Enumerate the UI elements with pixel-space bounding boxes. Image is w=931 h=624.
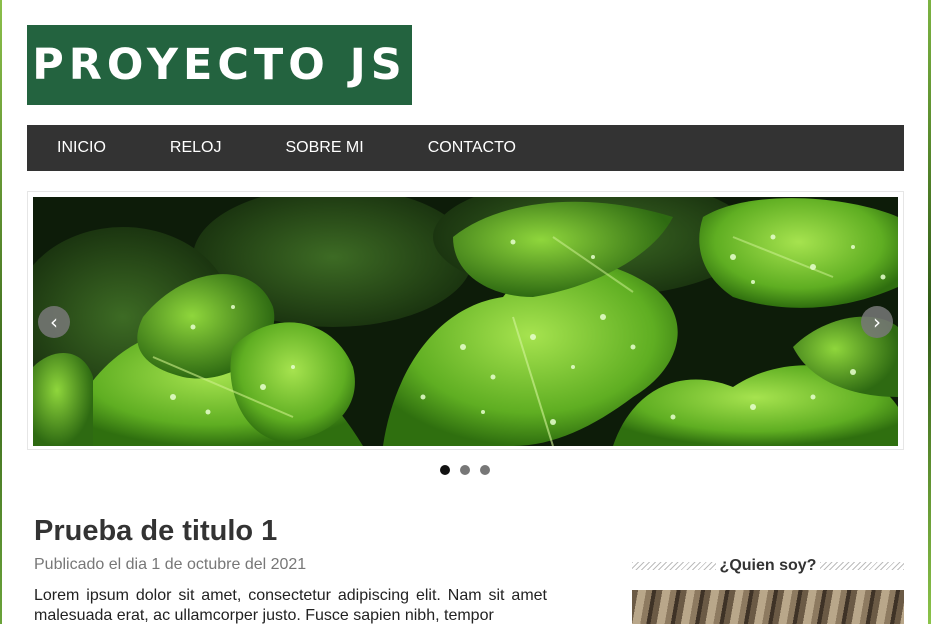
about-me-image <box>632 590 904 624</box>
post-date: Publicado el dia 1 de octubre del 2021 <box>34 556 307 573</box>
sidebar-widget-heading: ¿Quien soy? <box>632 555 904 577</box>
slider-dot-2[interactable] <box>460 465 470 475</box>
image-slider: ‹ › <box>27 191 904 450</box>
slide-image-leaves <box>33 197 898 446</box>
page-container: PROYECTO JS INICIO RELOJ SOBRE MI CONTAC… <box>2 0 928 624</box>
slider-dot-1[interactable] <box>440 465 450 475</box>
heading-stripe-left <box>632 562 716 570</box>
slider-dots <box>2 465 928 475</box>
slider-prev-button[interactable]: ‹ <box>38 306 70 338</box>
nav-item-inicio[interactable]: INICIO <box>57 139 106 157</box>
post-title[interactable]: Prueba de titulo 1 <box>34 515 277 548</box>
slider-next-button[interactable]: › <box>861 306 893 338</box>
nav-item-reloj[interactable]: RELOJ <box>170 139 222 157</box>
heading-stripe-right <box>820 562 904 570</box>
site-logo[interactable]: PROYECTO JS <box>27 25 412 105</box>
main-nav: INICIO RELOJ SOBRE MI CONTACTO <box>27 125 904 171</box>
site-logo-text: PROYECTO JS <box>32 40 407 90</box>
chevron-right-icon: › <box>873 310 881 334</box>
leaves-illustration <box>33 197 898 446</box>
slider-dot-3[interactable] <box>480 465 490 475</box>
nav-item-sobre-mi[interactable]: SOBRE MI <box>285 139 363 157</box>
widget-title-label: ¿Quien soy? <box>719 557 817 574</box>
post-excerpt: Lorem ipsum dolor sit amet, consectetur … <box>34 587 547 624</box>
chevron-left-icon: ‹ <box>50 310 58 334</box>
nav-item-contacto[interactable]: CONTACTO <box>428 139 516 157</box>
